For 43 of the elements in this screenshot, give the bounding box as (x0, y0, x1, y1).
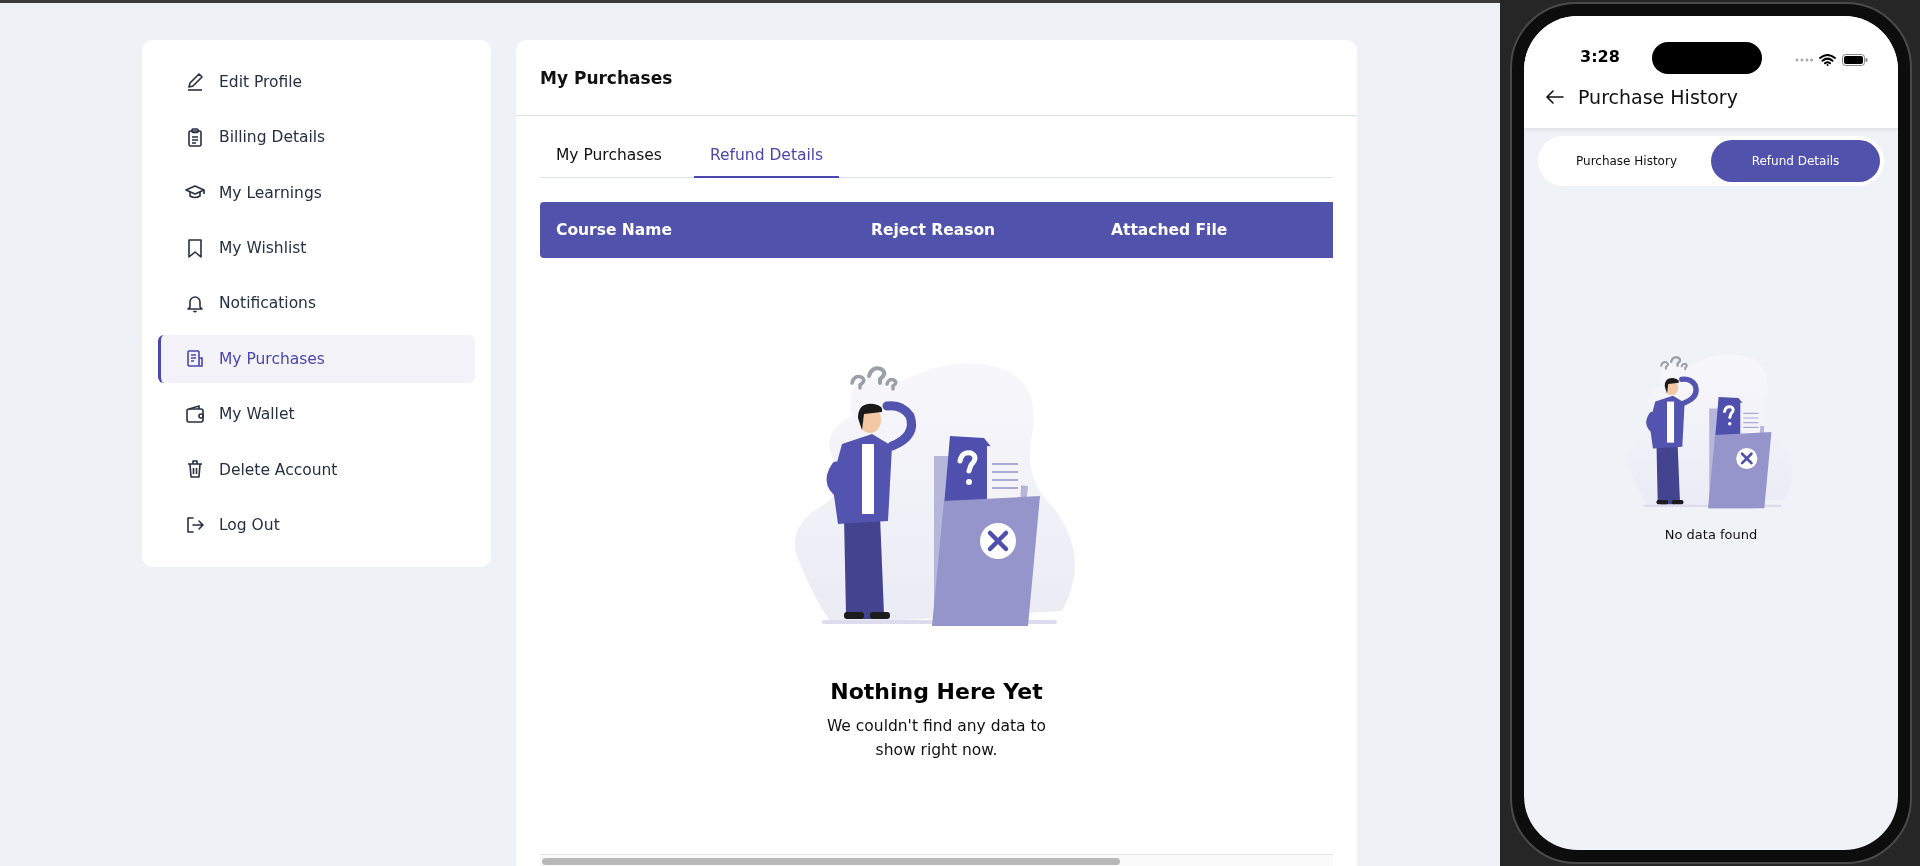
sidebar-item[interactable]: My Wallet (158, 390, 475, 439)
empty-message: No data found (1664, 527, 1758, 543)
column-header: Course Name (556, 220, 673, 239)
status-time: 3:28 (1580, 47, 1620, 66)
wifi-icon (1819, 54, 1836, 66)
sidebar-item-label: My Learnings (219, 183, 322, 202)
logout-icon (185, 514, 205, 536)
sidebar-item-label: My Purchases (219, 349, 325, 368)
sidebar-item-label: My Wallet (219, 405, 295, 424)
page-title: My Purchases (540, 67, 673, 88)
sidebar-item-label: Delete Account (219, 460, 338, 479)
back-arrow-icon[interactable] (1546, 90, 1564, 104)
signal-icon (1795, 58, 1813, 62)
sidebar-item-label: Notifications (219, 294, 316, 313)
sidebar-item[interactable]: Edit Profile (158, 58, 475, 106)
sidebar-item[interactable]: My Wishlist (158, 224, 475, 272)
battery-icon (1842, 54, 1868, 66)
sidebar-item[interactable]: Notifications (158, 279, 475, 328)
segment-tab[interactable]: Purchase History (1542, 140, 1711, 182)
bookmark-icon (185, 237, 205, 259)
tab[interactable]: Refund Details (693, 136, 840, 178)
app-bar-title: Purchase History (1578, 86, 1738, 108)
sidebar-item[interactable]: Log Out (158, 501, 475, 549)
sidebar-item[interactable]: Delete Account (158, 446, 475, 494)
column-header: Attached File (1111, 220, 1229, 239)
sidebar-item[interactable]: My Purchases (158, 335, 475, 383)
receipt-icon (185, 348, 205, 370)
segment-tab[interactable]: Refund Details (1711, 140, 1880, 182)
pencil-icon (185, 71, 205, 93)
sidebar-item[interactable]: My Learnings (158, 168, 475, 217)
tab[interactable]: My Purchases (540, 136, 678, 178)
horizontal-scrollbar[interactable] (540, 854, 1333, 866)
sidebar-item-label: Billing Details (219, 128, 326, 147)
empty-state-message: We couldn't find any data to show right now. (825, 715, 1048, 761)
sidebar-item-label: Edit Profile (219, 72, 303, 91)
trash-icon (185, 459, 205, 481)
column-header: Reject Reason (871, 220, 997, 239)
sidebar-item-label: Log Out (219, 516, 280, 535)
wallet-icon (185, 403, 205, 425)
sidebar-item[interactable]: Billing Details (158, 113, 475, 161)
empty-state-title: Nothing Here Yet (830, 678, 1043, 704)
sidebar-item-label: My Wishlist (219, 239, 307, 258)
clipboard-icon (185, 126, 205, 148)
